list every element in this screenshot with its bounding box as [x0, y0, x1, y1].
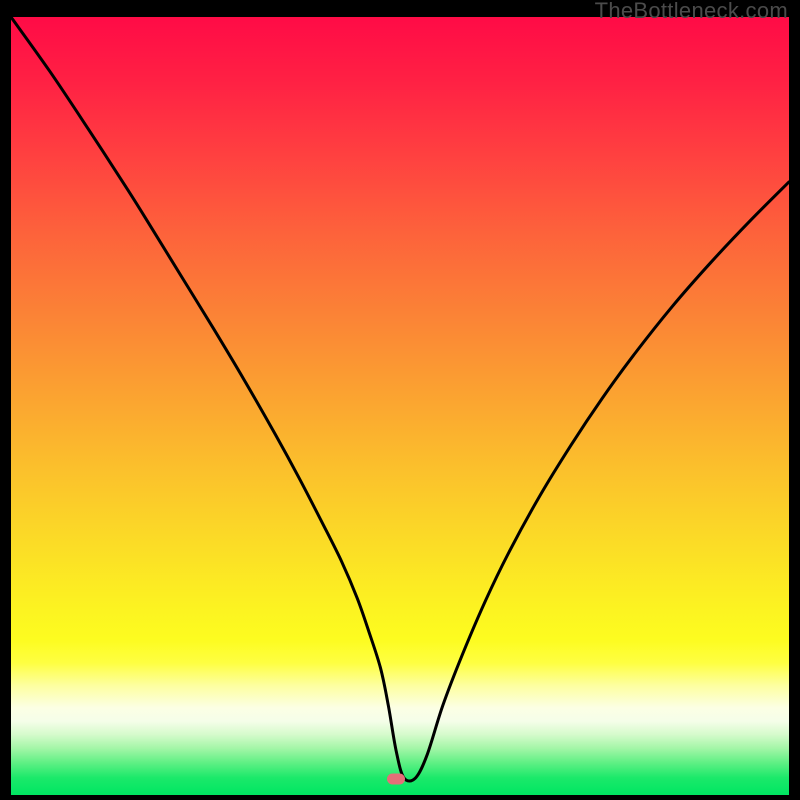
- watermark-text: TheBottleneck.com: [595, 0, 788, 24]
- optimal-point-marker: [387, 774, 405, 785]
- bottleneck-plot: [11, 17, 789, 795]
- gradient-background: [11, 17, 789, 795]
- chart-frame: [11, 17, 789, 795]
